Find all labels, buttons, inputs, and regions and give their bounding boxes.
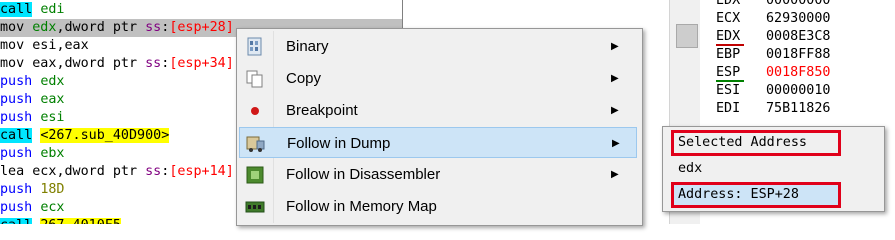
menu-item-follow-in-dump[interactable]: Follow in Dump ▶ <box>239 127 637 158</box>
instruction-mnemonic: call <box>0 2 33 17</box>
menu-item-breakpoint[interactable]: Breakpoint ▶ <box>239 95 637 126</box>
register-value[interactable]: 0008E3C8 <box>766 28 831 46</box>
menu-item-copy[interactable]: Copy ▶ <box>239 63 637 94</box>
submenu-item-edx[interactable]: edx <box>671 156 876 182</box>
instruction-operand: <267.sub_40D900> <box>40 128 170 143</box>
instruction-mnemonic: push <box>0 92 33 107</box>
instruction-operand: ss <box>145 20 162 35</box>
register-value[interactable]: 0018FF88 <box>766 46 831 64</box>
menu-item-label: Follow in Dump <box>287 135 391 152</box>
submenu-arrow-icon: ▶ <box>611 73 619 84</box>
submenu-item-address-esp-28[interactable]: Address: ESP+28 <box>671 182 841 208</box>
menu-item-follow-in-memory-map[interactable]: Follow in Memory Map <box>239 191 637 222</box>
dump-icon <box>246 134 266 154</box>
register-value[interactable]: 75B11826 <box>766 100 831 118</box>
submenu-item-selected-address[interactable]: Selected Address <box>671 130 841 156</box>
menu-item-label: Binary <box>286 38 329 55</box>
disasm-row[interactable]: call edi <box>0 1 402 19</box>
instruction-mnemonic: mov <box>0 20 25 35</box>
register-value[interactable]: 00000000 <box>766 0 831 10</box>
menu-item-label: Breakpoint <box>286 102 358 119</box>
instruction-operand: ss <box>145 164 162 179</box>
menu-item-label: Follow in Memory Map <box>286 198 437 215</box>
instruction-operand: [esp+14] <box>169 164 234 179</box>
instruction-operand: 18D <box>40 182 65 197</box>
register-row[interactable]: EDI 75B11826 <box>700 100 895 118</box>
submenu-arrow-icon: ▶ <box>611 169 619 180</box>
instruction-mnemonic: push <box>0 200 33 215</box>
submenu-arrow-icon: ▶ <box>611 41 619 52</box>
instruction-operand: edi <box>40 2 65 17</box>
instruction-operand: , <box>56 38 65 53</box>
submenu-arrow-icon: ▶ <box>612 138 620 149</box>
instruction-mnemonic: push <box>0 110 33 125</box>
instruction-operand: [esp+28] <box>169 20 234 35</box>
instruction-operand: esi <box>32 38 57 53</box>
instruction-operand: ebx <box>40 146 65 161</box>
instruction-operand: eax <box>32 56 57 71</box>
menu-item-binary[interactable]: Binary ▶ <box>239 31 637 62</box>
instruction-mnemonic: mov <box>0 56 25 71</box>
register-value[interactable]: 0018F850 <box>766 64 831 82</box>
instruction-operand: [esp+34] <box>169 56 234 71</box>
instruction-mnemonic: call <box>0 128 33 143</box>
instruction-operand: edx <box>32 20 57 35</box>
register-name: EDX <box>716 0 741 8</box>
scrollbar-thumb[interactable] <box>676 24 698 48</box>
binary-icon <box>245 37 265 57</box>
instruction-mnemonic: push <box>0 146 33 161</box>
copy-icon <box>245 69 265 89</box>
menu-item-label: Follow in Disassembler <box>286 166 441 183</box>
register-name: EDI <box>716 101 741 116</box>
follow-in-dump-submenu: Selected Address edx Address: ESP+28 <box>662 126 885 212</box>
instruction-operand: eax <box>64 38 89 53</box>
register-name: ECX <box>716 11 741 26</box>
instruction-operand: 267.4010F5 <box>40 218 121 224</box>
breakpoint-icon <box>245 101 265 121</box>
instruction-operand: ,dword ptr <box>56 20 146 35</box>
register-value[interactable]: 62930000 <box>766 10 831 28</box>
register-row[interactable]: EBP 0018FF88 <box>700 46 895 64</box>
instruction-operand: ecx <box>32 164 57 179</box>
register-row[interactable]: ECX 62930000 <box>700 10 895 28</box>
register-row[interactable]: EDX 00000000 <box>700 0 895 10</box>
instruction-operand: esi <box>40 110 65 125</box>
register-name: EBP <box>716 47 741 62</box>
cpu-icon <box>245 165 265 185</box>
register-value[interactable]: 00000010 <box>766 82 831 100</box>
memory-map-icon <box>245 197 265 217</box>
instruction-mnemonic: lea <box>0 164 25 179</box>
instruction-mnemonic: push <box>0 182 33 197</box>
register-name: ESI <box>716 83 741 98</box>
instruction-operand: eax <box>40 92 65 107</box>
instruction-operand: ,dword ptr <box>56 56 146 71</box>
instruction-operand: ecx <box>40 200 65 215</box>
menu-item-label: Copy <box>286 70 322 87</box>
context-menu: Binary ▶ Copy ▶ Breakpoint ▶ Follow in Dump ▶ Fo… <box>236 28 643 226</box>
submenu-arrow-icon: ▶ <box>611 105 619 116</box>
register-row[interactable]: ESI 00000010 <box>700 82 895 100</box>
instruction-mnemonic: mov <box>0 38 25 53</box>
instruction-operand: ,dword ptr <box>56 164 146 179</box>
instruction-mnemonic: push <box>0 74 33 89</box>
menu-item-follow-in-disassembler[interactable]: Follow in Disassembler ▶ <box>239 159 637 190</box>
instruction-operand: edx <box>40 74 65 89</box>
instruction-operand: ss <box>145 56 162 71</box>
instruction-mnemonic: call <box>0 218 33 224</box>
